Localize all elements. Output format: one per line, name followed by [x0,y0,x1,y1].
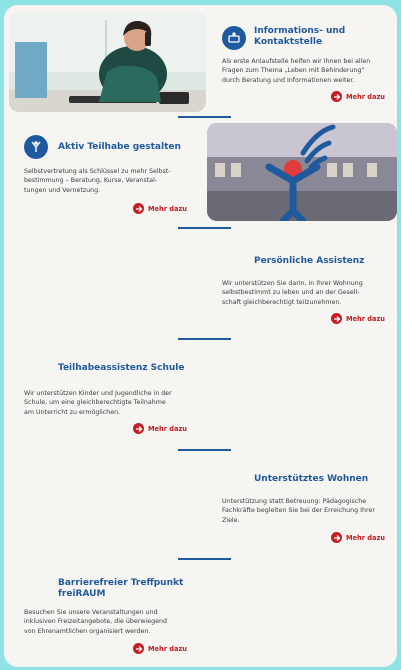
more-link-aktiv-teilhabe[interactable]: Mehr dazu [133,203,187,214]
more-link-unterstuetztes-wohnen[interactable]: Mehr dazu [331,532,385,543]
section-text-aktiv-teilhabe: Selbstvertretung als Schlüssel zu mehr S… [24,168,171,194]
section-text-informations: Als erste Anlaufstelle helfen wir Ihnen … [222,58,371,84]
divider-1 [178,116,231,118]
divider-5 [178,558,231,560]
more-link-barrierefreier-treffpunkt[interactable]: Mehr dazu [133,643,187,654]
section-title-persoenliche-assistenz: Persönliche Assistenz [254,256,365,266]
arrow-right-icon [133,643,144,654]
photo-woman-at-desk [9,12,206,112]
photo-city-square-figure [207,123,397,221]
info-desk-icon [222,26,246,50]
divider-2 [178,227,231,229]
arrow-right-icon [331,91,342,102]
divider-3 [178,338,231,340]
arrow-right-icon [133,203,144,214]
section-text-unterstuetztes-wohnen: Unterstützung statt Betreuung: Pädagogis… [222,498,375,524]
arrow-right-icon [331,532,342,543]
more-link-informations[interactable]: Mehr dazu [331,91,385,102]
section-title-aktiv-teilhabe: Aktiv Teilhabe gestalten [58,142,181,152]
section-text-barrierefreier-treffpunkt: Besuchen Sie unsere Veranstaltungen und … [24,609,168,635]
section-text-teilhabeassistenz-schule: Wir unterstützen Kinder und Jugendliche … [24,390,172,416]
content-panel: Informations- und Kontaktstelle Als erst… [4,5,397,667]
more-link-persoenliche-assistenz[interactable]: Mehr dazu [331,313,385,324]
section-title-informations-kontaktstelle: Informations- und Kontaktstelle [254,26,346,47]
more-link-teilhabeassistenz-schule[interactable]: Mehr dazu [133,423,187,434]
arrow-right-icon [331,313,342,324]
section-text-persoenliche-assistenz: Wir unterstützen Sie darin, in Ihrer Woh… [222,280,363,306]
arrow-right-icon [133,423,144,434]
section-title-unterstuetztes-wohnen: Unterstütztes Wohnen [254,474,369,484]
person-raising-arms-icon [24,135,48,159]
section-title-barrierefreier-treffpunkt: Barrierefreier Treffpunkt freiRAUM [58,578,184,599]
divider-4 [178,449,231,451]
section-title-teilhabeassistenz-schule: Teilhabeassistenz Schule [58,363,185,373]
